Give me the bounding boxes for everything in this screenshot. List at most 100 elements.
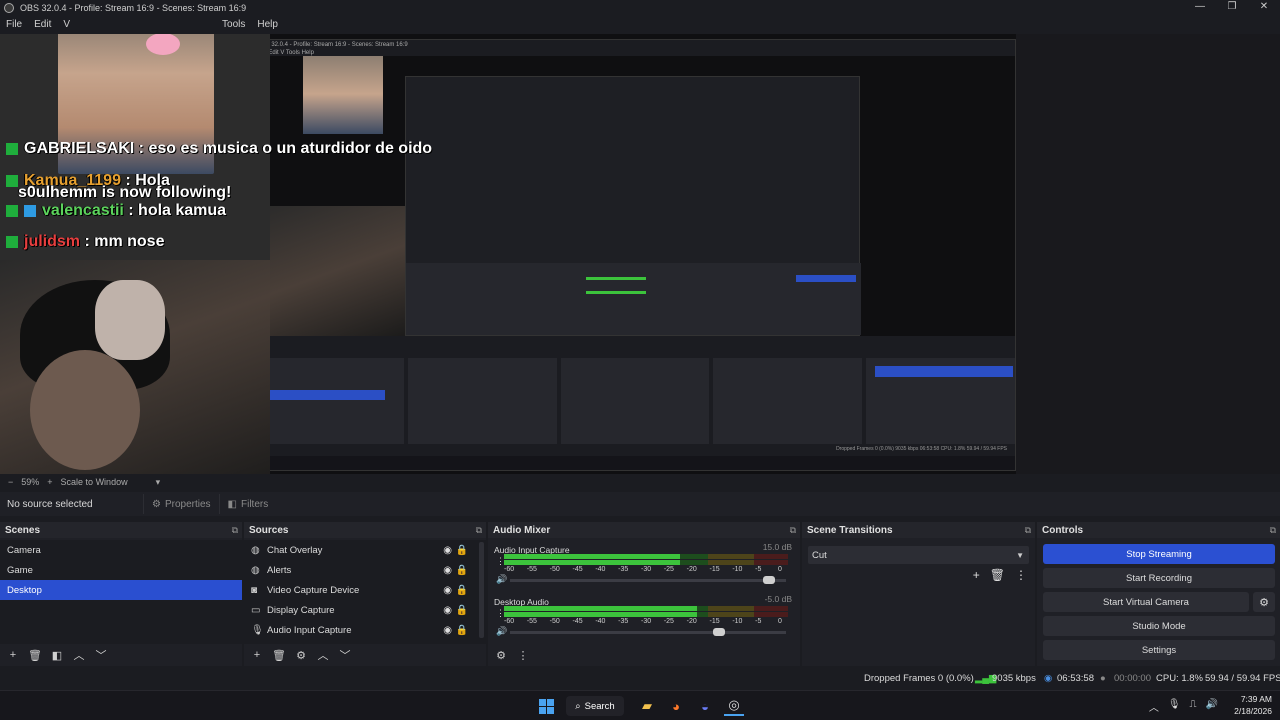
cpu-usage: CPU: 1.8% (1156, 673, 1203, 684)
scenes-header: Scenes ⧉ (0, 522, 242, 538)
source-item[interactable]: 🎙 Audio Input Capture ◉ 🔒 (244, 620, 486, 640)
source-label: Display Capture (267, 604, 335, 616)
preview-area[interactable]: OBS 32.0.4 - Profile: Stream 16:9 - Scen… (0, 34, 1280, 474)
volume-slider[interactable] (510, 628, 786, 636)
eye-icon[interactable]: ◉ (443, 625, 452, 636)
scenes-footer: + 🗑 ◧ ︿ ﹀ (0, 644, 242, 666)
dock-float-icon[interactable]: ⧉ (790, 525, 796, 536)
volume-icon[interactable]: 🔊 (1206, 699, 1218, 714)
microphone-icon[interactable]: 🎙 (1168, 699, 1181, 714)
menu-edit[interactable]: Edit (28, 19, 57, 30)
sources-header: Sources ⧉ (244, 522, 486, 538)
start-button[interactable] (536, 696, 556, 716)
scene-item-game[interactable]: Game (0, 560, 242, 580)
source-item[interactable]: ◍ Chat Overlay ◉ 🔒 (244, 540, 486, 560)
kebab-menu-icon[interactable]: ⋮ (1015, 568, 1027, 582)
chevron-down-icon[interactable]: ﹀ (93, 647, 109, 663)
minimize-button[interactable]: — (1184, 0, 1216, 15)
dropped-frames: Dropped Frames 0 (0.0%) (864, 673, 974, 684)
nested-meter (586, 277, 646, 280)
source-item[interactable]: ◍ Alerts ◉ 🔒 (244, 560, 486, 580)
dock-float-icon[interactable]: ⧉ (1270, 525, 1276, 536)
kick-badge-icon (6, 142, 18, 155)
meter-zone (753, 560, 788, 565)
menu-tools[interactable]: Tools (216, 19, 251, 30)
monitor-icon: ▭ (251, 604, 261, 616)
scene-item-desktop[interactable]: Desktop (0, 580, 242, 600)
menu-help[interactable]: Help (251, 19, 284, 30)
meter-tick-label: -55 (526, 566, 537, 573)
meter-tick-label: -50 (549, 566, 560, 573)
chevron-up-icon[interactable]: ︿ (315, 647, 331, 663)
obs-taskbar-icon[interactable]: ◎ (724, 696, 744, 716)
virtual-camera-settings-button[interactable]: ⚙ (1253, 592, 1275, 612)
properties-button[interactable]: ⚙ Properties (143, 494, 219, 514)
sources-scrollbar[interactable] (479, 542, 484, 638)
trash-icon[interactable]: 🗑 (271, 649, 287, 662)
stop-streaming-button[interactable]: Stop Streaming (1043, 544, 1275, 564)
speaker-icon[interactable]: 🔊 (496, 626, 507, 637)
meter-tick-label: -15 (709, 566, 720, 573)
chevron-down-icon[interactable]: ▾ (156, 477, 161, 488)
menu-file[interactable]: File (0, 19, 28, 30)
browser-icon: ◍ (251, 564, 260, 576)
zoom-out-button[interactable]: − (8, 477, 13, 487)
eye-icon[interactable]: ◉ (443, 545, 452, 556)
network-icon[interactable]: ⎍ (1190, 699, 1197, 714)
lock-icon[interactable]: 🔒 (456, 625, 468, 636)
add-icon[interactable]: + (5, 649, 21, 661)
close-button[interactable]: ✕ (1248, 0, 1280, 15)
volume-meter (504, 606, 788, 618)
add-icon[interactable]: + (249, 649, 265, 661)
advanced-audio-icon[interactable]: ⚙ (493, 649, 509, 662)
studio-mode-button[interactable]: Studio Mode (1043, 616, 1275, 636)
transition-actions: + 🗑 ⋮ (973, 568, 1027, 582)
kebab-menu-icon[interactable]: ⋮ (515, 649, 531, 662)
chevron-down-icon[interactable]: ﹀ (337, 647, 353, 663)
volume-slider[interactable] (510, 576, 786, 584)
eye-icon[interactable]: ◉ (443, 565, 452, 576)
gear-icon[interactable]: ⚙ (293, 649, 309, 662)
meter-tick-label: -45 (572, 618, 583, 625)
add-icon[interactable]: + (973, 568, 980, 582)
dock-float-icon[interactable]: ⧉ (1025, 525, 1031, 536)
zoom-in-button[interactable]: + (47, 477, 52, 487)
clock[interactable]: 7:39 AM 2/18/2026 (1234, 693, 1272, 717)
lock-icon[interactable]: 🔒 (456, 605, 468, 616)
chevron-up-icon[interactable]: ︿ (71, 647, 87, 663)
settings-button[interactable]: Settings (1043, 640, 1275, 660)
source-item[interactable]: ◙ Video Capture Device ◉ 🔒 (244, 580, 486, 600)
menu-view[interactable]: V (57, 19, 76, 30)
chat-message: valencastii : hola kamua (6, 202, 226, 220)
source-item[interactable]: ▭ Display Capture ◉ 🔒 (244, 600, 486, 620)
transitions-title: Scene Transitions (807, 524, 893, 536)
chevron-up-icon[interactable]: ︿ (1149, 699, 1159, 714)
lock-icon[interactable]: 🔒 (456, 585, 468, 596)
scale-mode-select[interactable]: Scale to Window (61, 477, 128, 487)
eye-icon[interactable]: ◉ (443, 605, 452, 616)
filters-button[interactable]: ◧ Filters (218, 494, 277, 514)
speaker-icon[interactable]: 🔊 (496, 574, 507, 585)
file-explorer-icon[interactable]: ▰ (637, 696, 657, 716)
scene-item-camera[interactable]: Camera (0, 540, 242, 560)
meter-tick-label: -30 (641, 618, 652, 625)
transition-select[interactable]: Cut ▼ (808, 546, 1029, 564)
dock-float-icon[interactable]: ⧉ (476, 525, 482, 536)
filter-icon[interactable]: ◧ (49, 649, 65, 662)
start-virtual-camera-button[interactable]: Start Virtual Camera (1043, 592, 1249, 612)
trash-icon[interactable]: 🗑 (990, 568, 1005, 582)
volume-slider-knob[interactable] (713, 628, 726, 636)
preview-canvas[interactable]: OBS 32.0.4 - Profile: Stream 16:9 - Scen… (0, 34, 1016, 474)
taskbar-search[interactable]: ⌕ Search (566, 696, 624, 716)
trash-icon[interactable]: 🗑 (27, 649, 43, 662)
start-recording-button[interactable]: Start Recording (1043, 568, 1275, 588)
firefox-icon[interactable]: ◕ (666, 696, 686, 716)
maximize-button[interactable]: ❐ (1216, 0, 1248, 15)
volume-slider-knob[interactable] (763, 576, 776, 584)
discord-icon[interactable]: ◒ (695, 696, 715, 716)
dock-float-icon[interactable]: ⧉ (232, 525, 238, 536)
lock-icon[interactable]: 🔒 (456, 545, 468, 556)
stream-time: 06:53:58 (1057, 673, 1094, 684)
lock-icon[interactable]: 🔒 (456, 565, 468, 576)
eye-icon[interactable]: ◉ (443, 585, 452, 596)
